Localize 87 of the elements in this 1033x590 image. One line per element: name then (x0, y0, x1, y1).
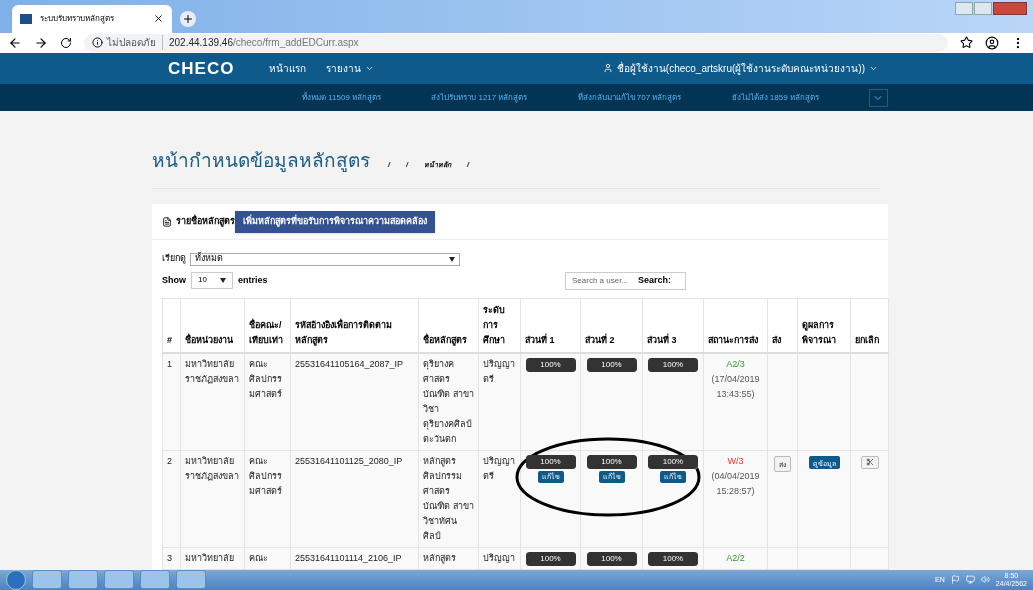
table-cell: มหาวิทยาลัยราชภัฏสงขลา (185, 358, 239, 384)
progress-label: 100% (539, 359, 562, 372)
column-header: ระดับการศึกษา (483, 304, 505, 345)
profile-icon[interactable] (985, 35, 999, 50)
column-header: ส่วนที่ 1 (525, 334, 555, 345)
status-time: (17/04/2019 13:43:55) (710, 372, 761, 401)
add-curriculum-button[interactable]: เพิ่มหลักสูตรที่ขอรับการพิจารณาความสอดคล้อง (235, 210, 435, 233)
search-label: Search: (637, 273, 671, 287)
column-header: ส่ง (772, 334, 781, 345)
tab-title: ระบบรับทราบหลักสูตร (40, 12, 115, 25)
filter-select[interactable]: ทั้งหมด (190, 252, 460, 266)
table-cell: คณะศิลปกรรมศาสตร์ (249, 455, 282, 496)
column-header: ชื่อหลักสูตร (423, 334, 467, 345)
info-icon (92, 37, 103, 49)
table-cell: 1 (167, 358, 172, 369)
status-text: A2/3 (725, 357, 746, 371)
filter-label: เรียกดู (162, 252, 186, 266)
status-time: (04/04/2019 15:28:57) (710, 469, 761, 498)
site-logo[interactable]: CHECO (168, 55, 235, 82)
entries-select[interactable]: 10 (191, 271, 233, 289)
back-icon[interactable] (8, 35, 22, 50)
table-cell: หลักสูตร (423, 552, 456, 563)
close-icon[interactable] (153, 13, 164, 25)
stat-link[interactable]: ทั้งหมด 11509 หลักสูตร (302, 91, 382, 104)
new-tab-icon[interactable] (180, 10, 196, 27)
progress-label: 100% (600, 456, 623, 469)
stat-link[interactable]: ส่งไปรับทราบ 1217 หลักสูตร (431, 91, 528, 104)
table-cell: มหาวิทยาลัย (185, 552, 234, 563)
column-header: ยกเลิก (855, 334, 879, 345)
progress-label: 100% (661, 456, 685, 469)
security-label: ไม่ปลอดภัย (107, 36, 156, 51)
table-cell: ปริญญาตรี (483, 455, 515, 481)
progress-label: 100% (539, 553, 562, 566)
table-cell: ปริญญาตรี (483, 358, 515, 384)
reload-icon[interactable] (60, 36, 72, 49)
table-cell: มหาวิทยาลัยราชภัฏสงขลา (185, 455, 239, 481)
page-title: หน้ากำหนดข้อมูลหลักสูตร (152, 149, 370, 174)
user-menu[interactable]: ชื่อผู้ใช้งาน(checo_artskru(ผู้ใช้งานระดับคณะหน่วยงาน)) (602, 61, 878, 76)
column-header: ชื่อหน่วยงาน (185, 334, 233, 345)
progress-label: 100% (661, 553, 685, 566)
table-cell: ปริญญา (483, 552, 515, 563)
address-bar[interactable]: ไม่ปลอดภัย 202.44.139.46/checo/frm_addEDCurr.aspx (84, 33, 948, 52)
table-cell: 2 (167, 455, 172, 466)
nav-link[interactable]: รายงาน (326, 61, 375, 76)
column-header: ดูผลการพิจารณา (802, 319, 836, 345)
progress-label: 100% (600, 359, 623, 372)
entries-label: entries (238, 273, 268, 287)
table-cell: 25531641101114_2106_IP (295, 552, 402, 563)
table-cell: หลักสูตรศิลปกรรมศาสตรบัณฑิต สาขาวิชาทัศนศิลป์ (423, 455, 474, 541)
table-cell: คณะศิลปกรรมศาสตร์ (249, 358, 282, 399)
table-cell: คณะ (249, 552, 268, 563)
show-label: Show (162, 273, 186, 287)
caret-icon (869, 64, 878, 73)
bookmark-icon[interactable] (960, 36, 973, 50)
table-cell: 3 (167, 552, 172, 563)
stat-link[interactable]: ที่ส่งกลับมาแก้ไข 707 หลักสูตร (577, 91, 682, 104)
user-icon (602, 63, 613, 74)
column-header: รหัสอ้างอิงเพื่อการติดตามหลักสูตร (295, 319, 392, 345)
column-header: ส่วนที่ 3 (647, 334, 677, 345)
window-controls-drawing[interactable] (955, 2, 1027, 15)
table-cell: 25531641101125_2080_IP (295, 455, 403, 466)
progress-label: 100% (600, 553, 623, 566)
cancel-button[interactable] (860, 455, 879, 469)
status-text: W/3 (726, 454, 745, 468)
network-icon[interactable] (965, 575, 975, 585)
url-text: 202.44.139.46/checo/frm_addEDCurr.aspx (162, 35, 359, 51)
expand-button[interactable] (868, 88, 888, 107)
dropdown-arrow-icon (220, 277, 226, 283)
column-header: สถานะการส่ง (708, 334, 758, 345)
table-cell: ดุริยางคศาสตรบัณฑิต สาขาวิชาดุริยางคศิลป์ตะวันตก (423, 358, 474, 444)
status-text: A2/2 (725, 551, 746, 565)
progress-label: 100% (661, 359, 685, 372)
nav-link[interactable]: หน้าแรก (269, 61, 307, 76)
dropdown-arrow-icon (449, 256, 455, 262)
flag-icon[interactable] (950, 575, 960, 585)
scissors-icon (865, 458, 874, 467)
card-heading: รายชื่อหลักสูตร (176, 215, 235, 229)
table-cell: 25531641105164_2087_IP (295, 358, 403, 369)
column-header: ส่วนที่ 2 (585, 334, 615, 345)
start-button[interactable] (6, 569, 26, 590)
column-header: # (167, 334, 172, 345)
progress-label: 100% (539, 456, 562, 469)
column-header: ชื่อคณะ/เทียบเท่า (249, 319, 283, 345)
browser-tab[interactable]: ระบบรับทราบหลักสูตร (12, 4, 172, 33)
stat-link[interactable]: ยังไม่ได้ส่ง 1859 หลักสูตร (731, 91, 819, 104)
site-favicon-icon (20, 13, 32, 24)
forward-icon[interactable] (34, 35, 48, 50)
